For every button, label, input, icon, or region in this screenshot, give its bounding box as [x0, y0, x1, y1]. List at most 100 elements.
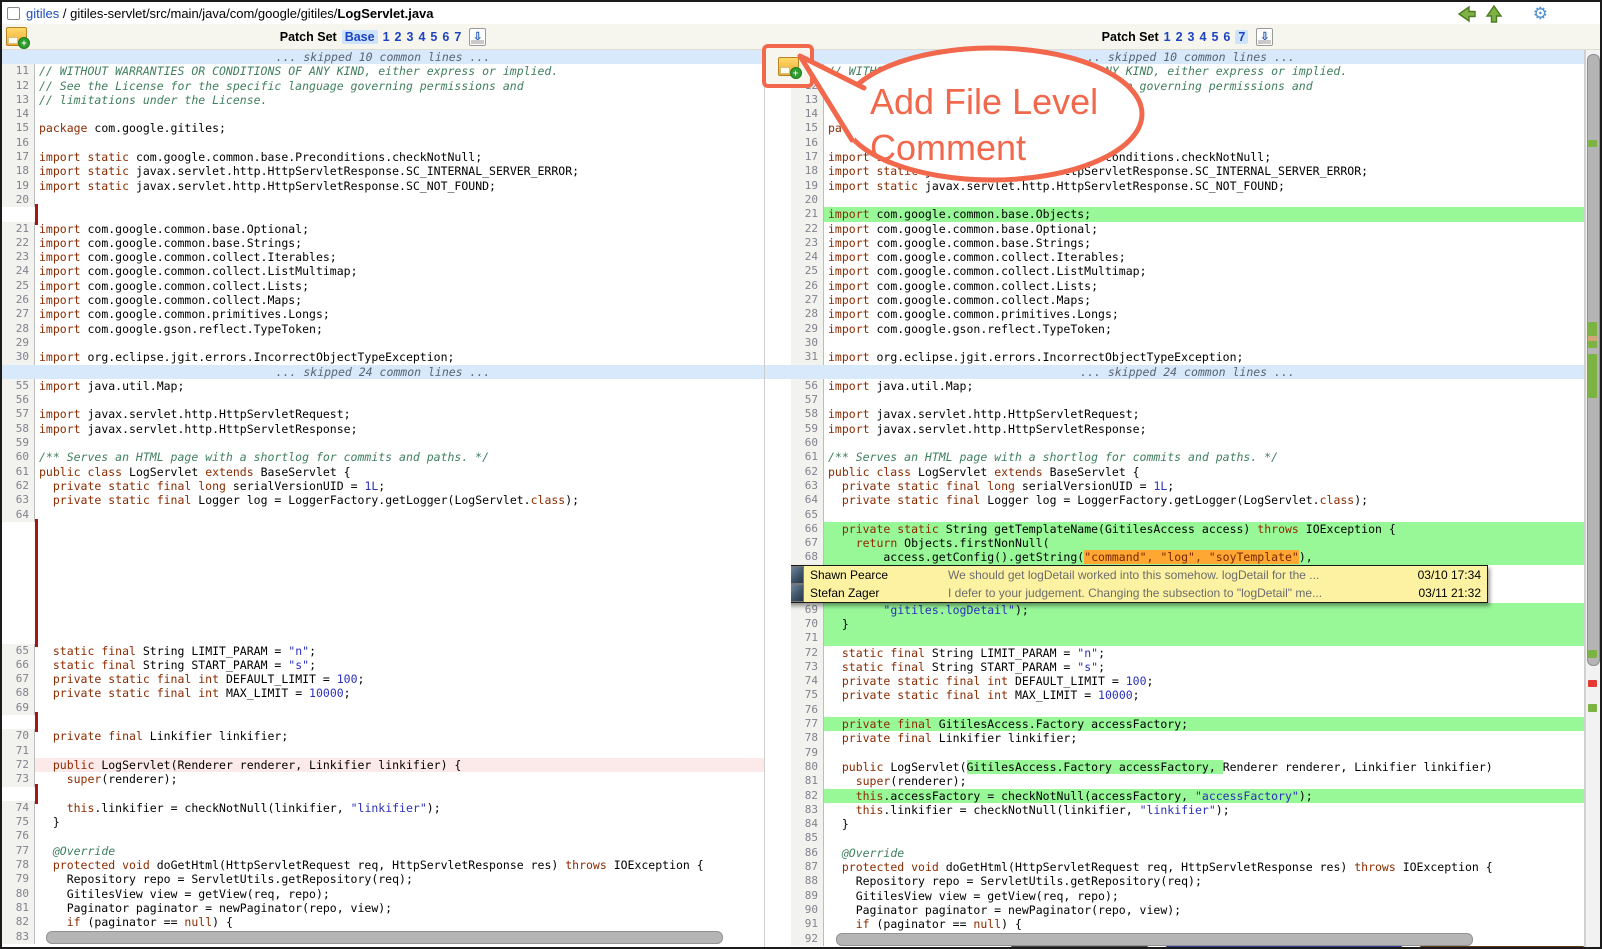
code-text[interactable]: protected void doGetHtml(HttpServletRequ… — [35, 858, 764, 872]
code-text[interactable]: import com.google.gson.reflect.TypeToken… — [35, 322, 764, 336]
code-text[interactable]: import javax.servlet.http.HttpServletReq… — [824, 407, 1584, 421]
code-text[interactable]: private final Linkifier linkifier; — [824, 731, 1584, 745]
code-text[interactable]: public class LogServlet extends BaseServ… — [35, 465, 764, 479]
code-text[interactable] — [35, 107, 764, 121]
patch-set-link-5[interactable]: 5 — [430, 30, 437, 44]
settings-gear-icon[interactable]: ⚙ — [1533, 6, 1548, 22]
code-text[interactable]: return Objects.firstNonNull( — [824, 536, 1584, 550]
code-text[interactable] — [35, 829, 764, 843]
patch-set-link-6[interactable]: 6 — [442, 30, 449, 44]
code-text[interactable]: static final String LIMIT_PARAM = "n"; — [35, 644, 764, 658]
code-text[interactable] — [824, 336, 1584, 350]
code-text[interactable]: // limitations under the License. — [824, 93, 1584, 107]
code-text[interactable] — [824, 136, 1584, 150]
code-text[interactable]: import com.google.common.collect.Maps; — [824, 293, 1584, 307]
patch-set-link-4[interactable]: 4 — [1200, 30, 1207, 44]
code-text[interactable]: GitilesView view = getView(req, repo); — [35, 887, 764, 901]
code-text[interactable]: private static final Logger log = Logger… — [824, 493, 1584, 507]
code-text[interactable]: private final GitilesAccess.Factory acce… — [824, 717, 1584, 731]
skipped-lines-banner[interactable]: ... skipped 24 common lines ... — [791, 365, 1584, 379]
code-text[interactable]: } — [824, 617, 1584, 631]
code-text[interactable]: import static com.google.common.base.Pre… — [35, 150, 764, 164]
code-text[interactable] — [824, 631, 1584, 645]
code-text[interactable]: import com.google.common.primitives.Long… — [35, 307, 764, 321]
code-text[interactable]: this.linkifier = checkNotNull(linkifier,… — [824, 803, 1584, 817]
code-text[interactable]: import org.eclipse.jgit.errors.Incorrect… — [35, 350, 764, 364]
patch-set-link-4[interactable]: 4 — [418, 30, 425, 44]
code-text[interactable] — [35, 508, 764, 522]
code-text[interactable] — [824, 508, 1584, 522]
code-text[interactable]: super(renderer); — [824, 774, 1584, 788]
patch-set-link-2[interactable]: 2 — [1176, 30, 1183, 44]
code-text[interactable]: Repository repo = ServletUtils.getReposi… — [824, 874, 1584, 888]
code-text[interactable] — [824, 107, 1584, 121]
download-patch-icon[interactable]: ⇩ — [469, 28, 486, 46]
code-text[interactable]: access.getConfig().getString("command", … — [824, 550, 1584, 564]
patch-set-link-1[interactable]: 1 — [1164, 30, 1171, 44]
code-text[interactable] — [35, 393, 764, 407]
code-text[interactable]: package com.google.gitiles; — [35, 121, 764, 135]
code-text[interactable]: super(renderer); — [35, 772, 764, 786]
code-text[interactable] — [35, 744, 764, 758]
code-text[interactable]: import com.google.common.collect.ListMul… — [824, 264, 1584, 278]
code-text[interactable]: import com.google.common.base.Strings; — [35, 236, 764, 250]
code-text[interactable]: import java.util.Map; — [35, 379, 764, 393]
patch-set-link-7[interactable]: 7 — [1235, 30, 1248, 44]
code-text[interactable]: import com.google.gson.reflect.TypeToken… — [824, 322, 1584, 336]
code-text[interactable]: protected void doGetHtml(HttpServletRequ… — [824, 860, 1584, 874]
code-text[interactable]: private static final int DEFAULT_LIMIT =… — [824, 674, 1584, 688]
code-text[interactable]: private static final int DEFAULT_LIMIT =… — [35, 672, 764, 686]
code-text[interactable] — [35, 436, 764, 450]
code-text[interactable]: } — [824, 817, 1584, 831]
code-text[interactable] — [824, 436, 1584, 450]
prev-file-arrow-icon[interactable] — [1457, 5, 1477, 23]
download-patch-icon[interactable]: ⇩ — [1256, 28, 1273, 46]
code-text[interactable]: @Override — [35, 844, 764, 858]
code-text[interactable] — [824, 703, 1584, 717]
up-to-change-arrow-icon[interactable] — [1485, 4, 1503, 24]
code-text[interactable]: import javax.servlet.http.HttpServletReq… — [35, 407, 764, 421]
code-text[interactable]: /** Serves an HTML page with a shortlog … — [35, 450, 764, 464]
code-text[interactable]: if (paginator == null) { — [824, 917, 1584, 931]
code-text[interactable]: import java.util.Map; — [824, 379, 1584, 393]
code-text[interactable]: // See the License for the specific lang… — [35, 79, 764, 93]
code-text[interactable]: import static javax.servlet.http.HttpSer… — [35, 179, 764, 193]
code-text[interactable]: "gitiles.logDetail"); — [824, 603, 1584, 617]
skipped-lines-banner[interactable]: ... skipped 10 common lines ... — [2, 50, 764, 64]
code-text[interactable]: static final String LIMIT_PARAM = "n"; — [824, 646, 1584, 660]
code-text[interactable]: import com.google.common.collect.Maps; — [35, 293, 764, 307]
code-text[interactable]: private static final long serialVersionU… — [824, 479, 1584, 493]
comment-row[interactable]: Stefan ZagerI defer to your judgement. C… — [791, 584, 1487, 602]
code-text[interactable]: import com.google.common.collect.Lists; — [35, 279, 764, 293]
patch-set-link-2[interactable]: 2 — [395, 30, 402, 44]
patch-set-link-3[interactable]: 3 — [407, 30, 414, 44]
code-text[interactable]: import com.google.common.collect.Iterabl… — [35, 250, 764, 264]
patch-set-base-link[interactable]: Base — [342, 30, 378, 44]
code-text[interactable]: @Override — [824, 846, 1584, 860]
code-text[interactable]: import static javax.servlet.http.HttpSer… — [35, 164, 764, 178]
code-text[interactable]: public class LogServlet extends BaseServ… — [824, 465, 1584, 479]
add-file-comment-icon-right[interactable] — [778, 57, 799, 76]
code-text[interactable]: import static javax.servlet.http.HttpSer… — [824, 179, 1584, 193]
code-text[interactable] — [824, 393, 1584, 407]
code-text[interactable]: import com.google.common.primitives.Long… — [824, 307, 1584, 321]
patch-set-link-7[interactable]: 7 — [454, 30, 461, 44]
patch-set-link-5[interactable]: 5 — [1211, 30, 1218, 44]
breadcrumb-repo-link[interactable]: gitiles — [26, 6, 59, 21]
skipped-lines-banner[interactable]: ... skipped 10 common lines ... — [791, 50, 1584, 64]
code-text[interactable]: public LogServlet(GitilesAccess.Factory … — [824, 760, 1584, 774]
inline-comment-thread[interactable]: Shawn PearceWe should get logDetail work… — [791, 565, 1488, 603]
code-text[interactable]: static final String START_PARAM = "s"; — [35, 658, 764, 672]
code-text[interactable]: import com.google.common.collect.Iterabl… — [824, 250, 1584, 264]
comment-row[interactable]: Shawn PearceWe should get logDetail work… — [791, 566, 1487, 584]
code-text[interactable]: import javax.servlet.http.HttpServletRes… — [824, 422, 1584, 436]
code-text[interactable]: if (paginator == null) { — [35, 915, 764, 929]
code-text[interactable]: import com.google.common.base.Optional; — [35, 222, 764, 236]
code-text[interactable]: private static final int MAX_LIMIT = 100… — [824, 688, 1584, 702]
code-text[interactable]: // WITHOUT WARRANTIES OR CONDITIONS OF A… — [824, 64, 1584, 78]
code-text[interactable]: GitilesView view = getView(req, repo); — [824, 889, 1584, 903]
code-text[interactable]: import com.google.common.collect.Lists; — [824, 279, 1584, 293]
code-text[interactable]: Paginator paginator = newPaginator(repo,… — [824, 903, 1584, 917]
code-text[interactable]: import static javax.servlet.http.HttpSer… — [824, 164, 1584, 178]
code-text[interactable]: /** Serves an HTML page with a shortlog … — [824, 450, 1584, 464]
